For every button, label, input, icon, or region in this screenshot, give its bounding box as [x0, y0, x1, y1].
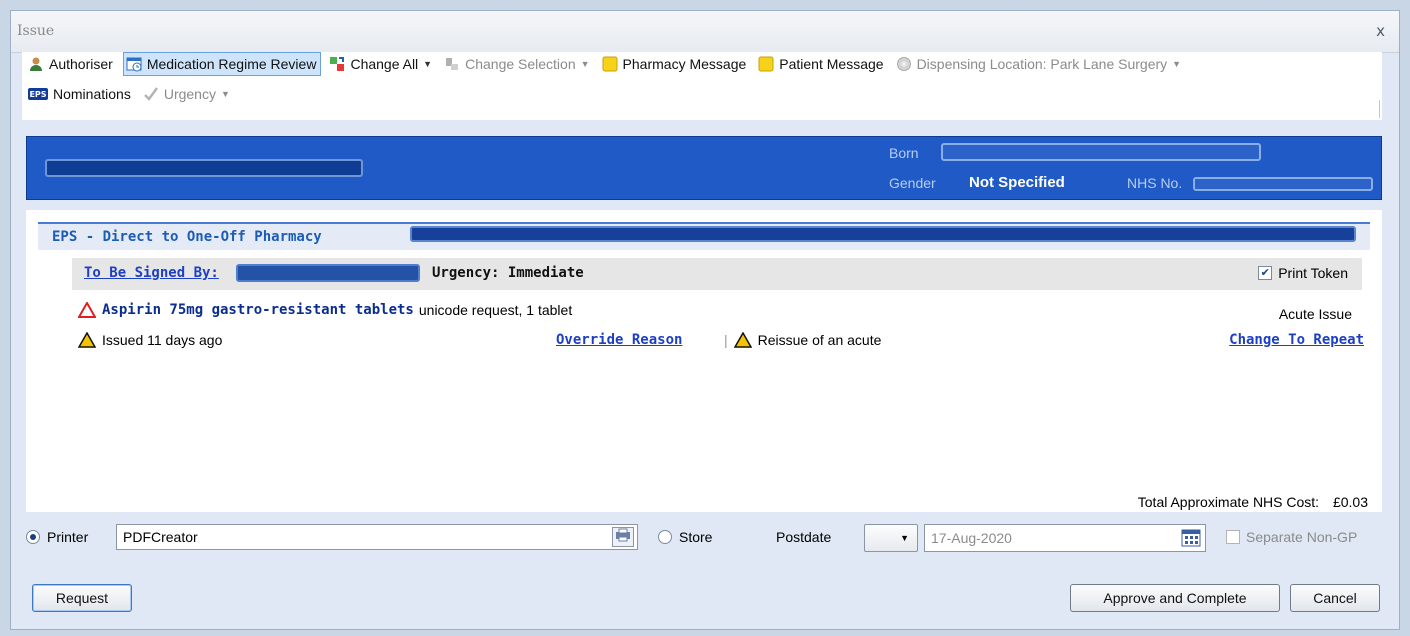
issued-ago-text: Issued 11 days ago	[102, 332, 223, 348]
eps-header: EPS - Direct to One-Off Pharmacy	[38, 222, 1370, 250]
postdate-dropdown[interactable]: ▼	[864, 524, 918, 552]
medication-name: Aspirin 75mg gastro-resistant tablets	[102, 302, 414, 318]
location-icon	[896, 57, 911, 71]
eps-title: EPS - Direct to One-Off Pharmacy	[52, 229, 322, 245]
chevron-down-icon: ▼	[900, 533, 909, 543]
printer-field[interactable]: PDFCreator	[116, 524, 638, 550]
title-bar: Issue x	[11, 11, 1399, 53]
printer-icon	[616, 528, 630, 542]
change-selection-button[interactable]: Change Selection ▼	[442, 52, 593, 76]
checkbox-checked-icon[interactable]: ✔	[1258, 266, 1273, 280]
nominations-button[interactable]: EPS Nominations	[26, 82, 135, 106]
override-reason-link[interactable]: Override Reason	[556, 332, 682, 348]
eps-icon: EPS	[28, 88, 48, 100]
request-button[interactable]: Request	[32, 584, 132, 612]
medication-regime-review-label: Medication Regime Review	[146, 56, 317, 72]
print-token-label: Print Token	[1278, 265, 1348, 281]
checkbox-unchecked-icon[interactable]	[1226, 530, 1240, 544]
print-token-checkbox[interactable]: ✔ Print Token	[1258, 265, 1348, 281]
to-be-signed-by-link[interactable]: To Be Signed By:	[84, 265, 219, 281]
medication-detail: unicode request, 1 tablet	[418, 302, 573, 318]
total-cost-label: Total Approximate NHS Cost:	[1137, 494, 1320, 510]
dispensing-location-button[interactable]: Dispensing Location: Park Lane Surgery ▼	[894, 52, 1186, 76]
output-options: Printer PDFCreator Store Postdate ▼ 17-A…	[26, 522, 1382, 554]
check-mark-icon	[143, 87, 158, 101]
authoriser-label: Authoriser	[49, 56, 113, 72]
sticky-note-icon	[602, 56, 618, 72]
medication-regime-review-button[interactable]: Medication Regime Review	[122, 52, 322, 76]
gender-value: Not Specified	[969, 174, 1065, 191]
printer-select-button[interactable]	[612, 527, 634, 547]
patient-message-button[interactable]: Patient Message	[756, 52, 887, 76]
approve-and-complete-button[interactable]: Approve and Complete	[1070, 584, 1280, 612]
reissue-warning: | Reissue of an acute	[724, 332, 881, 348]
calendar-clock-icon	[126, 57, 142, 72]
change-to-repeat-link[interactable]: Change To Repeat	[1229, 332, 1364, 348]
issued-warning: Issued 11 days ago	[78, 332, 222, 348]
change-all-button[interactable]: Change All ▼	[327, 52, 436, 76]
postdate-date-field[interactable]: 17-Aug-2020	[924, 524, 1206, 552]
toolbar-row-2: EPS Nominations Urgency ▼	[26, 82, 240, 106]
sticky-note-icon	[758, 56, 774, 72]
change-selection-icon	[446, 58, 459, 70]
toolbar-divider	[1379, 100, 1380, 118]
change-arrows-icon	[330, 57, 345, 71]
red-warning-triangle-icon	[78, 302, 96, 318]
redacted-pharmacy-details	[410, 226, 1356, 242]
printer-radio[interactable]: Printer	[26, 529, 88, 545]
postdate-value: 17-Aug-2020	[931, 530, 1012, 546]
toolbar: Authoriser Medication Regime Review Chan…	[22, 52, 1382, 120]
total-cost-value: £0.03	[1332, 494, 1368, 510]
yellow-warning-triangle-icon	[733, 332, 752, 348]
prescription-panel: EPS - Direct to One-Off Pharmacy To Be S…	[26, 210, 1382, 512]
dispensing-location-label: Dispensing Location: Park Lane Surgery	[916, 56, 1168, 72]
store-radio[interactable]: Store	[658, 529, 712, 545]
chevron-down-icon: ▼	[580, 59, 590, 69]
radio-selected-icon[interactable]	[26, 530, 40, 544]
nhs-number-label: NHS No.	[1127, 175, 1183, 191]
redacted-nhs-number	[1193, 177, 1373, 191]
chevron-down-icon: ▼	[1172, 59, 1182, 69]
cancel-button[interactable]: Cancel	[1290, 584, 1380, 612]
dialog-title: Issue	[17, 23, 55, 39]
calendar-icon[interactable]	[1181, 528, 1201, 548]
patient-message-label: Patient Message	[779, 56, 884, 72]
separate-non-gp-label: Separate Non-GP	[1246, 529, 1358, 545]
separator: |	[724, 332, 728, 348]
total-cost: Total Approximate NHS Cost: £0.03	[1138, 494, 1368, 510]
signing-row: To Be Signed By: Urgency: Immediate ✔ Pr…	[72, 258, 1362, 290]
authoriser-button[interactable]: Authoriser	[26, 52, 117, 76]
store-label: Store	[679, 529, 713, 545]
urgency-status: Urgency: Immediate	[432, 265, 584, 281]
redacted-birth-date	[941, 143, 1261, 161]
medication-item[interactable]: Aspirin 75mg gastro-resistant tablets un…	[78, 302, 572, 318]
reissue-text: Reissue of an acute	[757, 332, 882, 348]
eps-badge-text: EPS	[29, 90, 46, 99]
separate-non-gp-checkbox[interactable]: Separate Non-GP	[1226, 529, 1357, 545]
yellow-warning-triangle-icon	[78, 332, 96, 348]
printer-value: PDFCreator	[123, 529, 198, 545]
person-icon	[30, 57, 42, 71]
issue-type: Acute Issue	[1278, 306, 1352, 322]
printer-label: Printer	[47, 529, 89, 545]
gender-label: Gender	[889, 175, 936, 191]
redacted-signer	[236, 264, 420, 282]
postdate-label: Postdate	[776, 529, 832, 545]
change-selection-label: Change Selection	[465, 56, 576, 72]
born-label: Born	[889, 145, 919, 161]
redacted-patient-name	[45, 159, 363, 177]
close-icon[interactable]: x	[1376, 22, 1385, 40]
patient-banner: Born Gender Not Specified NHS No.	[26, 136, 1382, 200]
pharmacy-message-label: Pharmacy Message	[622, 56, 747, 72]
nominations-label: Nominations	[53, 86, 131, 102]
chevron-down-icon: ▼	[423, 59, 433, 69]
urgency-label: Urgency	[163, 86, 216, 102]
change-all-label: Change All	[350, 56, 419, 72]
radio-unselected-icon[interactable]	[658, 530, 672, 544]
chevron-down-icon: ▼	[220, 89, 230, 99]
toolbar-row-1: Authoriser Medication Regime Review Chan…	[26, 52, 1191, 76]
pharmacy-message-button[interactable]: Pharmacy Message	[600, 52, 751, 76]
urgency-button[interactable]: Urgency ▼	[141, 82, 234, 106]
